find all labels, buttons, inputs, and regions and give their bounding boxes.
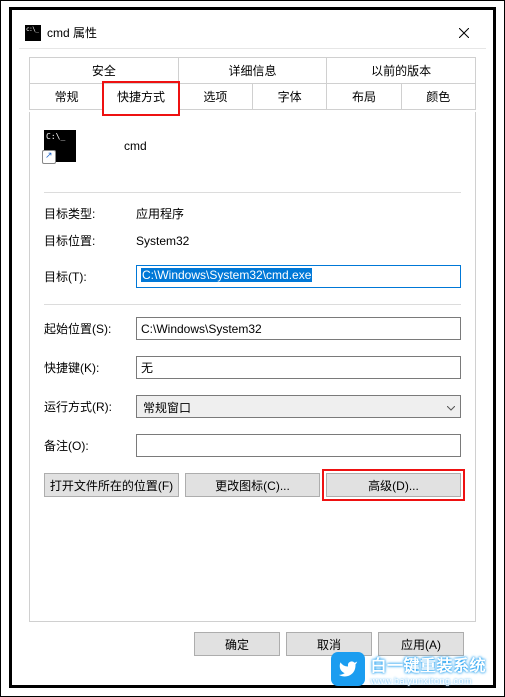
app-icon bbox=[44, 130, 76, 162]
cancel-button[interactable]: 取消 bbox=[286, 632, 372, 656]
open-file-location-button[interactable]: 打开文件所在的位置(F) bbox=[44, 473, 179, 497]
target-input[interactable]: C:\Windows\System32\cmd.exe bbox=[136, 265, 461, 288]
target-location-label: 目标位置: bbox=[44, 232, 136, 249]
shortcut-key-input[interactable] bbox=[136, 356, 461, 379]
shortcut-overlay-icon bbox=[42, 150, 56, 164]
tab-font[interactable]: 字体 bbox=[252, 83, 327, 110]
app-name: cmd bbox=[124, 139, 147, 153]
target-location-value: System32 bbox=[136, 234, 189, 248]
target-type-value: 应用程序 bbox=[136, 205, 184, 222]
close-button[interactable] bbox=[444, 19, 484, 47]
apply-button[interactable]: 应用(A) bbox=[378, 632, 464, 656]
run-select-value: 常规窗口 bbox=[136, 395, 461, 418]
comment-input[interactable] bbox=[136, 434, 461, 457]
target-type-label: 目标类型: bbox=[44, 205, 136, 222]
chevron-down-icon bbox=[447, 400, 455, 414]
change-icon-button[interactable]: 更改图标(C)... bbox=[185, 473, 320, 497]
shortcut-key-label: 快捷键(K): bbox=[44, 359, 136, 376]
advanced-button[interactable]: 高级(D)... bbox=[326, 473, 461, 497]
cmd-icon bbox=[25, 25, 41, 41]
tab-general[interactable]: 常规 bbox=[29, 83, 104, 110]
ok-button[interactable]: 确定 bbox=[194, 632, 280, 656]
tab-options[interactable]: 选项 bbox=[178, 83, 253, 110]
start-in-label: 起始位置(S): bbox=[44, 320, 136, 337]
tab-container: 安全 详细信息 以前的版本 常规 快捷方式 选项 字体 布局 颜色 bbox=[29, 57, 476, 110]
shortcut-panel: cmd 目标类型: 应用程序 目标位置: System32 目标(T): C:\… bbox=[29, 112, 476, 622]
tab-layout[interactable]: 布局 bbox=[326, 83, 401, 110]
close-icon bbox=[459, 28, 469, 38]
target-label: 目标(T): bbox=[44, 268, 136, 285]
tab-details[interactable]: 详细信息 bbox=[178, 57, 328, 83]
run-select[interactable]: 常规窗口 bbox=[136, 395, 461, 418]
separator bbox=[44, 192, 461, 193]
tab-previous-versions[interactable]: 以前的版本 bbox=[326, 57, 476, 83]
run-label: 运行方式(R): bbox=[44, 398, 136, 415]
tab-shortcut[interactable]: 快捷方式 bbox=[103, 83, 178, 110]
separator bbox=[44, 304, 461, 305]
comment-label: 备注(O): bbox=[44, 437, 136, 454]
window-title: cmd 属性 bbox=[47, 24, 444, 41]
titlebar: cmd 属性 bbox=[19, 17, 486, 49]
tab-security[interactable]: 安全 bbox=[29, 57, 179, 83]
tab-colors[interactable]: 颜色 bbox=[401, 83, 476, 110]
start-in-input[interactable] bbox=[136, 317, 461, 340]
